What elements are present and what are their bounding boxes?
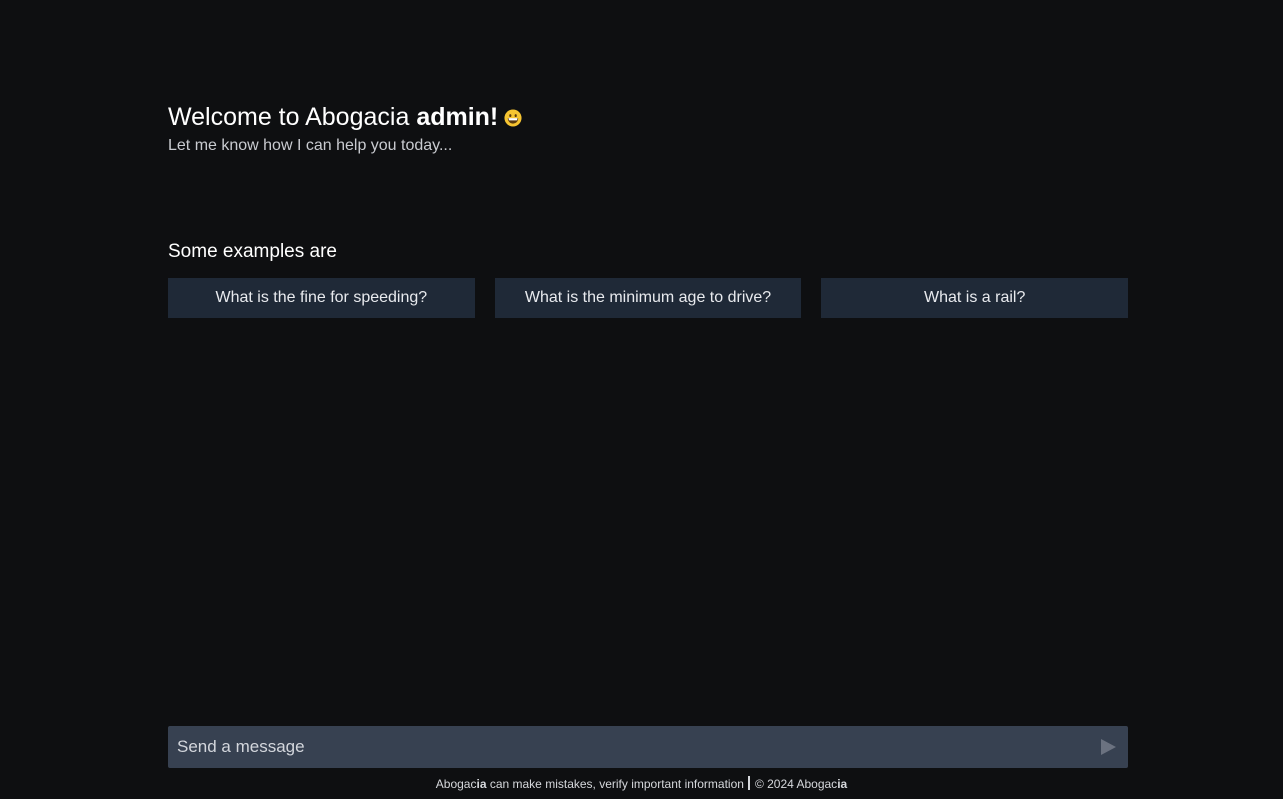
send-button[interactable] xyxy=(1088,726,1128,768)
footer-disclaimer: can make mistakes, verify important info… xyxy=(486,777,744,791)
grinning-face-emoji-icon xyxy=(504,109,522,127)
footer-copyright: © 2024 Abogac xyxy=(754,777,838,791)
example-prompt-button[interactable]: What is the fine for speeding? xyxy=(168,278,475,318)
footer-brand: Abogac xyxy=(435,777,477,791)
welcome-subtitle: Let me know how I can help you today... xyxy=(168,137,453,154)
send-triangle-icon xyxy=(1101,739,1116,755)
welcome-title: Welcome to Abogacia admin! xyxy=(168,101,522,133)
welcome-prefix: Welcome to Abogacia xyxy=(168,103,410,131)
examples-heading: Some examples are xyxy=(168,241,337,262)
example-prompts: What is the fine for speeding? What is t… xyxy=(168,278,1129,318)
footer-copyright-suffix: ia xyxy=(837,777,848,791)
username: admin! xyxy=(416,103,499,131)
example-prompt-button[interactable]: What is a rail? xyxy=(821,278,1129,318)
chat-page: Welcome to Abogacia admin! Let me know h… xyxy=(0,0,1283,799)
message-composer xyxy=(168,726,1128,768)
footer-divider xyxy=(747,776,750,790)
example-prompt-button[interactable]: What is the minimum age to drive? xyxy=(494,278,802,318)
footer: Abogacia can make mistakes, verify impor… xyxy=(0,775,1283,793)
message-input[interactable] xyxy=(168,726,1088,768)
footer-brand-suffix: ia xyxy=(476,777,487,791)
